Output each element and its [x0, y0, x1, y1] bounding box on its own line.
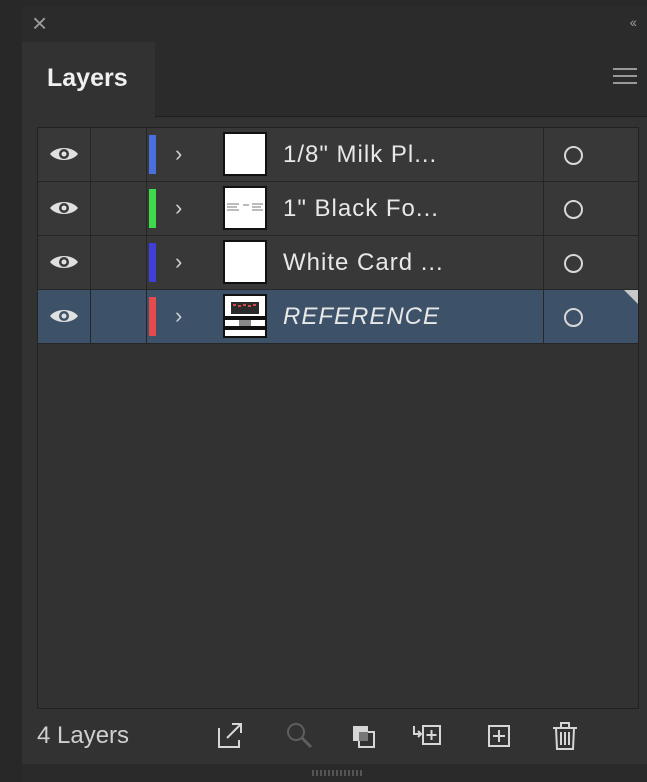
visibility-icon	[50, 310, 78, 322]
make-clipping-mask-icon[interactable]	[350, 720, 380, 752]
layer-thumbnail	[223, 186, 267, 230]
tab-bar: Layers	[22, 42, 647, 117]
visibility-toggle[interactable]	[38, 182, 91, 235]
tab-layers[interactable]: Layers	[22, 42, 155, 117]
layers-list: › 1/8" Milk Pl... › 1" Black Fo... › Whi…	[37, 127, 639, 709]
target-toggle[interactable]	[543, 236, 634, 289]
lock-toggle[interactable]	[91, 290, 147, 343]
create-sublayer-icon[interactable]	[412, 720, 442, 752]
layer-name[interactable]: 1/8" Milk Pl...	[283, 141, 437, 169]
collect-export-icon[interactable]	[215, 720, 245, 752]
layer-row[interactable]: › 1" Black Fo...	[38, 182, 638, 236]
panel-footer: 4 Layers	[22, 712, 647, 762]
layer-thumbnail	[223, 240, 267, 284]
layer-count: 4 Layers	[37, 722, 130, 749]
target-icon	[564, 308, 583, 327]
layer-name[interactable]: White Card ...	[283, 249, 444, 277]
collapse-icon[interactable]: ‹‹	[630, 14, 637, 30]
grip-dots	[312, 770, 362, 776]
target-toggle[interactable]	[543, 128, 634, 181]
target-toggle[interactable]	[543, 290, 634, 343]
visibility-toggle[interactable]	[38, 236, 91, 289]
lock-toggle[interactable]	[91, 236, 147, 289]
layer-row[interactable]: › 1/8" Milk Pl...	[38, 128, 638, 182]
lock-toggle[interactable]	[91, 128, 147, 181]
delete-icon[interactable]	[550, 720, 580, 752]
target-icon	[564, 146, 583, 165]
target-icon	[564, 254, 583, 273]
layer-row[interactable]: › White Card ...	[38, 236, 638, 290]
expand-chevron-icon[interactable]: ›	[175, 195, 182, 221]
visibility-icon	[50, 256, 78, 268]
expand-chevron-icon[interactable]: ›	[175, 249, 182, 275]
layer-thumbnail	[223, 132, 267, 176]
selection-indicator	[624, 290, 638, 304]
lock-toggle[interactable]	[91, 182, 147, 235]
new-layer-icon[interactable]	[485, 720, 515, 752]
layer-name[interactable]: 1" Black Fo...	[283, 195, 439, 223]
layer-color-swatch	[149, 243, 156, 282]
layer-row[interactable]: › REFERENCE	[38, 290, 638, 344]
tab-label: Layers	[47, 64, 128, 92]
visibility-toggle[interactable]	[38, 128, 91, 181]
visibility-icon	[50, 202, 78, 214]
target-toggle[interactable]	[543, 182, 634, 235]
expand-chevron-icon[interactable]: ›	[175, 303, 182, 329]
layers-panel: × ‹‹ Layers › 1/8" Milk Pl... › 1" Black…	[22, 6, 647, 782]
locate-object-icon[interactable]	[284, 720, 314, 752]
close-icon[interactable]: ×	[32, 10, 54, 36]
visibility-icon	[50, 148, 78, 160]
layer-color-swatch	[149, 135, 156, 174]
expand-chevron-icon[interactable]: ›	[175, 141, 182, 167]
panel-titlebar: × ‹‹	[22, 6, 647, 42]
layer-thumbnail	[223, 294, 267, 338]
panel-menu-icon[interactable]	[613, 68, 637, 86]
resize-grip[interactable]	[22, 764, 647, 782]
target-icon	[564, 200, 583, 219]
layer-name[interactable]: REFERENCE	[283, 303, 440, 331]
layer-color-swatch	[149, 189, 156, 228]
visibility-toggle[interactable]	[38, 290, 91, 343]
layer-color-swatch	[149, 297, 156, 336]
